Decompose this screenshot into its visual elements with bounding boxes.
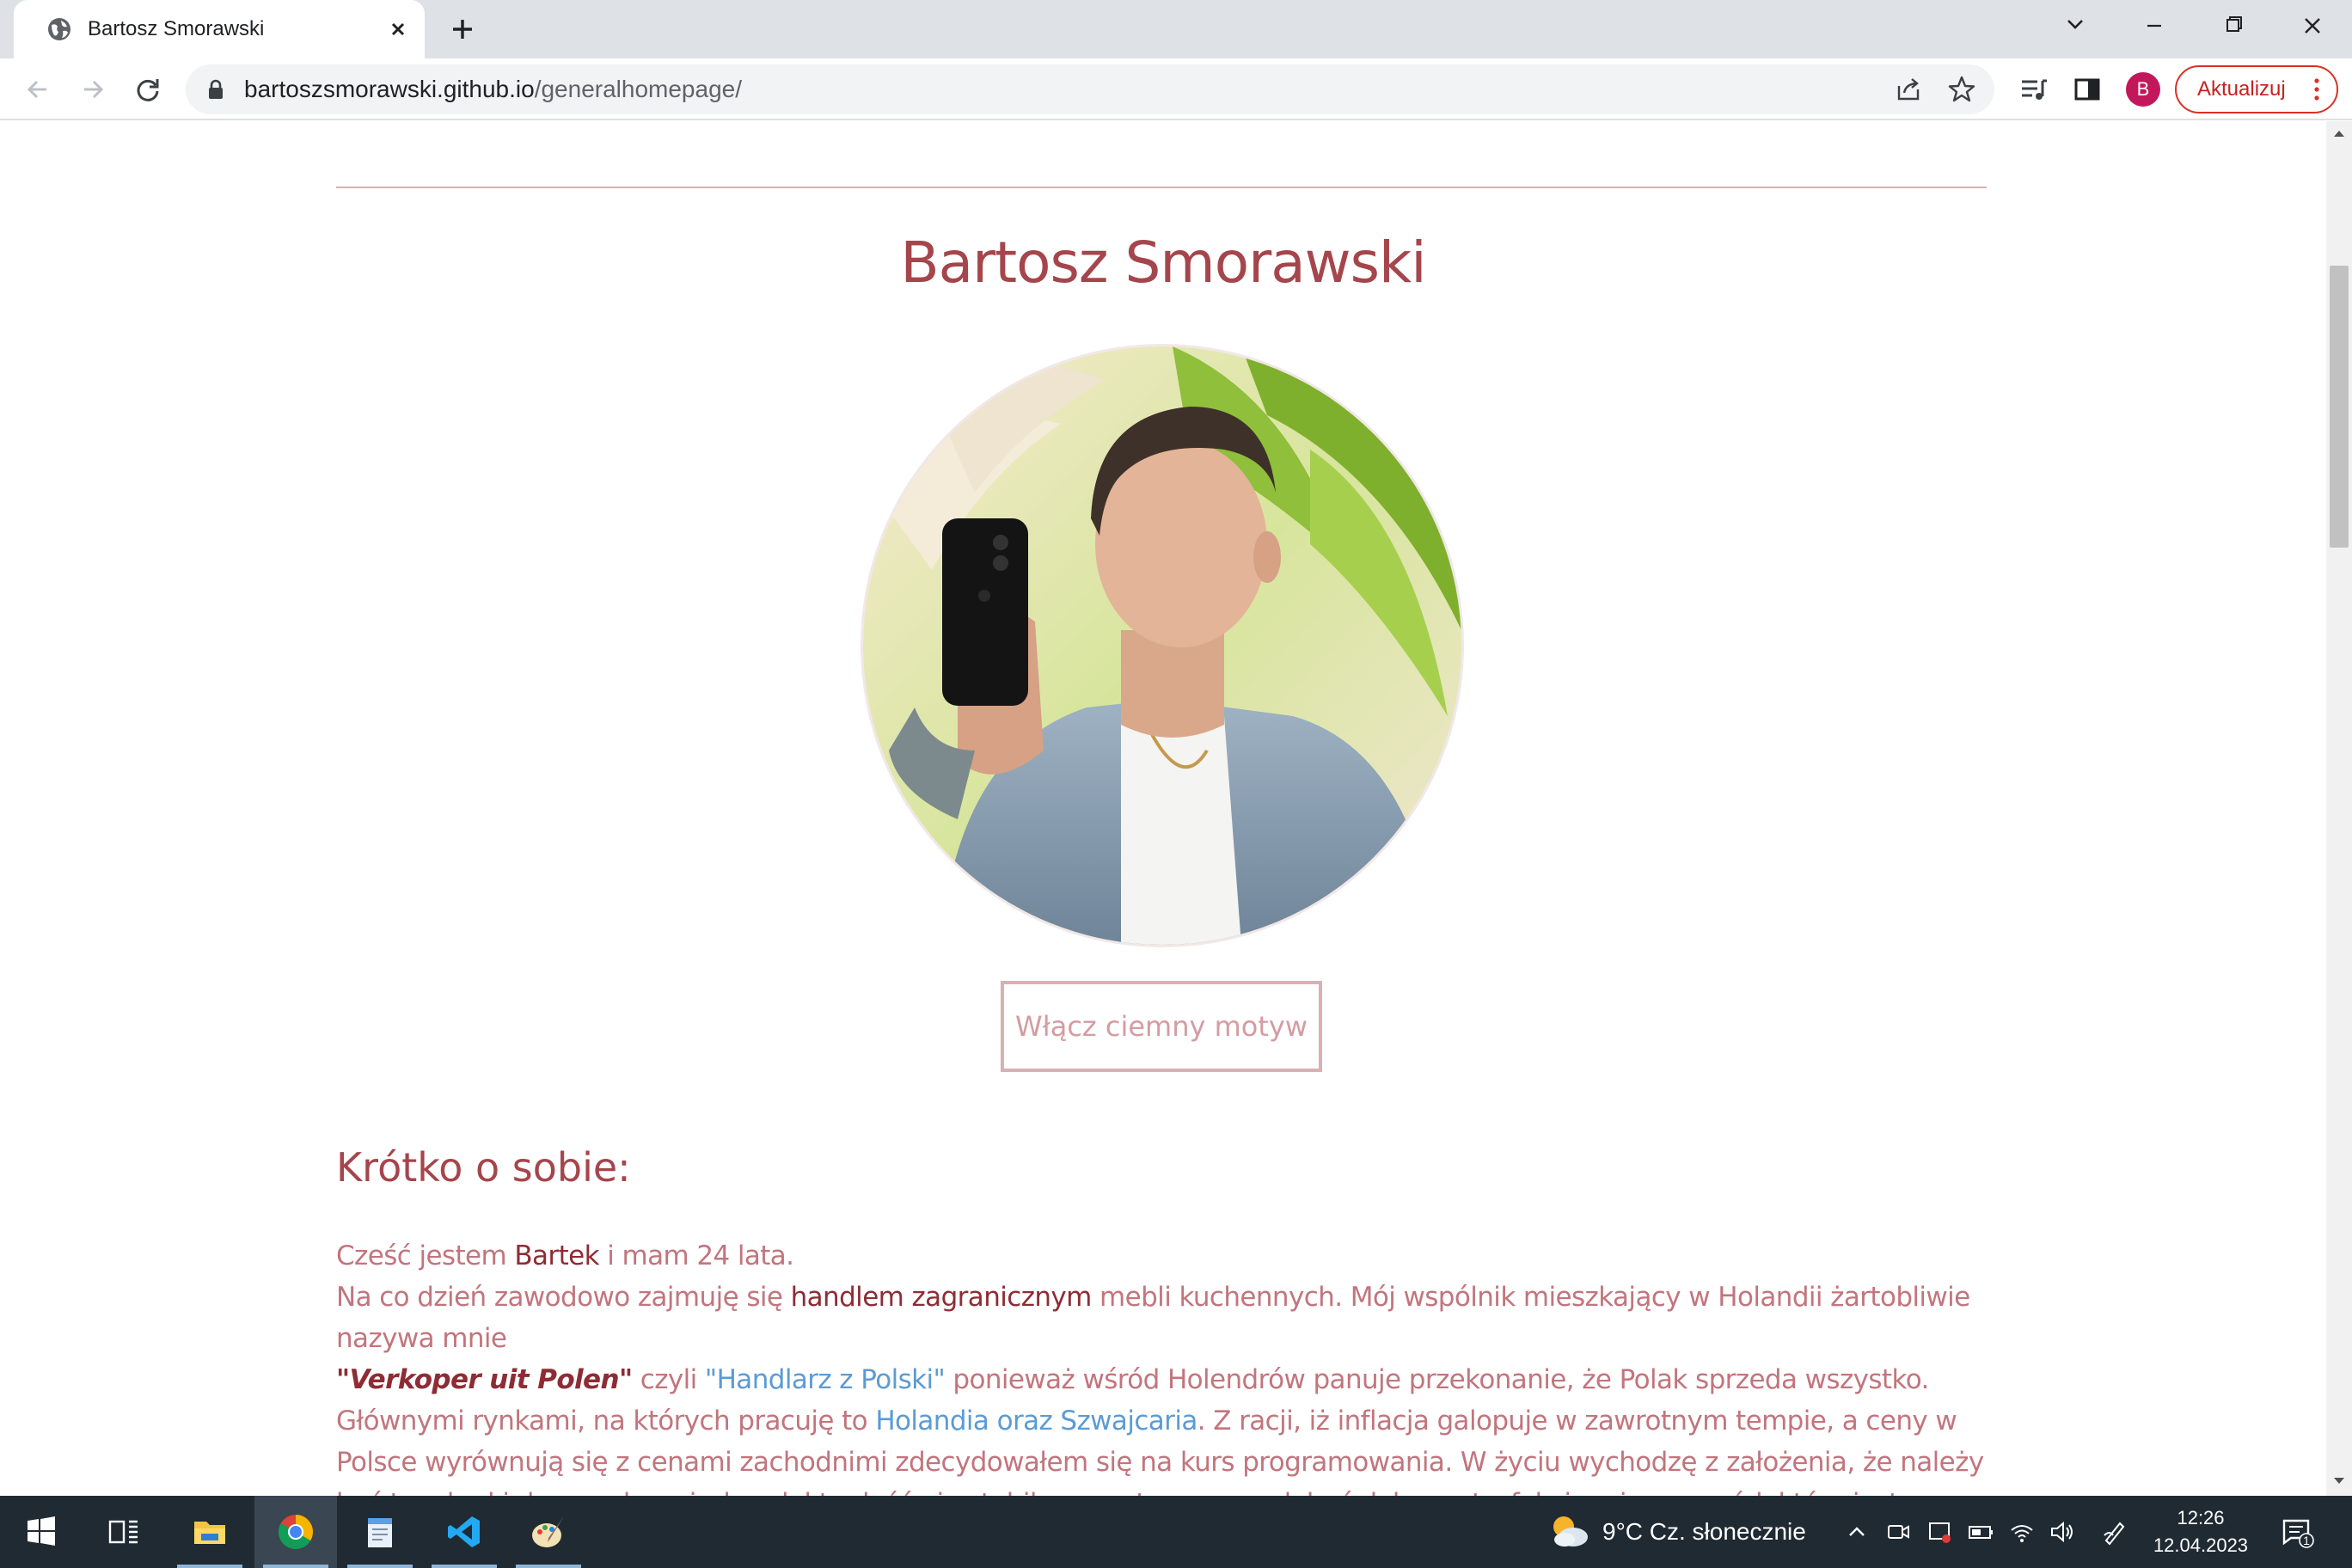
minimize-icon[interactable] <box>2128 7 2180 45</box>
about-trade-highlight: handlem zagranicznym <box>790 1282 1093 1313</box>
app-active-indicator <box>432 1565 497 1568</box>
battery-icon[interactable] <box>1967 1518 1994 1546</box>
volume-icon[interactable] <box>2048 1518 2075 1546</box>
page-title: Bartosz Smorawski <box>900 230 1426 296</box>
file-explorer-icon <box>194 1522 225 1544</box>
tab-search-icon[interactable] <box>2049 7 2101 45</box>
scroll-thumb[interactable] <box>2330 266 2349 548</box>
weather-icon[interactable] <box>1547 1511 1590 1553</box>
divider <box>336 187 1987 188</box>
notepad-button[interactable] <box>339 1496 421 1568</box>
share-icon[interactable] <box>1893 74 1924 105</box>
close-icon[interactable] <box>383 15 413 44</box>
about-text-part: Cześć jestem <box>336 1240 515 1271</box>
browser-toolbar: bartoszsmorawski.github.io/generalhomepa… <box>0 58 2352 120</box>
app-active-indicator <box>263 1565 328 1568</box>
restore-icon[interactable] <box>2208 7 2259 45</box>
start-icon <box>28 1516 55 1546</box>
weather-text[interactable]: 9°C Cz. słonecznie <box>1602 1516 1806 1547</box>
start-button[interactable] <box>0 1496 83 1568</box>
scroll-down-icon[interactable] <box>2332 1476 2346 1486</box>
profile-avatar[interactable]: B <box>2126 72 2160 107</box>
about-nickname: "Verkoper uit Polen" <box>336 1364 633 1395</box>
notification-count: 1 <box>2303 1534 2310 1547</box>
security-icon[interactable] <box>1926 1518 1953 1546</box>
forward-icon[interactable] <box>74 70 112 108</box>
taskbar: 9°C Cz. słonecznie 12:26 12.04.2023 1 <box>0 1496 2352 1568</box>
profile-photo-illustration <box>863 346 1461 945</box>
wifi-icon[interactable] <box>2008 1518 2036 1546</box>
side-panel-icon[interactable] <box>2068 70 2106 108</box>
back-icon[interactable] <box>19 70 57 108</box>
profile-photo <box>863 346 1461 945</box>
notepad-icon <box>368 1518 392 1547</box>
bookmark-star-icon[interactable] <box>1946 74 1977 105</box>
vscode-icon <box>448 1516 480 1547</box>
about-paragraph: Cześć jestem Bartek i mam 24 lata. Na co … <box>336 1235 1987 1496</box>
url-path: /generalhomepage/ <box>534 76 742 102</box>
paint-button[interactable] <box>507 1496 590 1568</box>
file-explorer-button[interactable] <box>168 1496 251 1568</box>
system-clock[interactable]: 12:26 12.04.2023 <box>2149 1504 2252 1559</box>
url-host: bartoszsmorawski.github.io <box>244 76 535 102</box>
chrome-icon <box>279 1515 313 1549</box>
tab-strip: Bartosz Smorawski <box>0 0 2352 58</box>
address-bar[interactable]: bartoszsmorawski.github.io/generalhomepa… <box>186 64 1994 114</box>
chevron-up-icon[interactable] <box>1843 1518 1871 1546</box>
meet-now-icon[interactable] <box>1884 1518 1912 1546</box>
app-active-indicator <box>516 1565 581 1568</box>
new-tab-icon[interactable] <box>445 12 480 46</box>
about-text-part: czyli <box>632 1364 705 1395</box>
about-heading: Krótko o sobie: <box>336 1144 631 1191</box>
browser-tab[interactable]: Bartosz Smorawski <box>14 0 425 58</box>
paint-icon <box>532 1516 564 1547</box>
url-text[interactable]: bartoszsmorawski.github.io/generalhomepa… <box>244 76 742 103</box>
clock-date: 12.04.2023 <box>2153 1534 2249 1556</box>
about-text-part: i mam 24 lata. <box>598 1240 794 1271</box>
clock-time: 12:26 <box>2177 1507 2225 1528</box>
tab-title: Bartosz Smorawski <box>88 17 265 40</box>
notification-center-button[interactable]: 1 <box>2280 1515 2314 1549</box>
update-button-label: Aktualizuj <box>2197 77 2286 101</box>
pen-workspace-icon[interactable] <box>2101 1518 2128 1546</box>
task-view-button[interactable] <box>83 1496 165 1568</box>
vscode-button[interactable] <box>423 1496 505 1568</box>
lock-icon[interactable] <box>205 78 227 101</box>
close-window-icon[interactable] <box>2287 7 2338 45</box>
dark-theme-button[interactable]: Włącz ciemny motyw <box>1001 981 1322 1072</box>
task-view-icon <box>108 1520 138 1544</box>
globe-icon <box>48 18 70 40</box>
page-viewport: Bartosz Smorawski Włącz ciemny motyw Kró… <box>0 121 2326 1496</box>
app-active-indicator <box>177 1565 242 1568</box>
update-button[interactable]: Aktualizuj <box>2175 65 2338 113</box>
app-active-indicator <box>347 1565 413 1568</box>
reload-icon[interactable] <box>129 70 167 108</box>
chrome-button[interactable] <box>254 1496 337 1568</box>
more-vert-icon <box>2314 78 2319 101</box>
about-markets-link[interactable]: Holandia oraz Szwajcaria <box>875 1406 1197 1436</box>
scroll-up-icon[interactable] <box>2332 128 2346 138</box>
about-translation-link[interactable]: "Handlarz z Polski" <box>705 1364 946 1395</box>
page-scrollbar[interactable] <box>2326 121 2352 1496</box>
reading-list-icon[interactable] <box>2015 70 2053 108</box>
about-name-highlight: Bartek <box>514 1240 599 1271</box>
about-text-part: Na co dzień zawodowo zajmuję się <box>336 1282 791 1313</box>
